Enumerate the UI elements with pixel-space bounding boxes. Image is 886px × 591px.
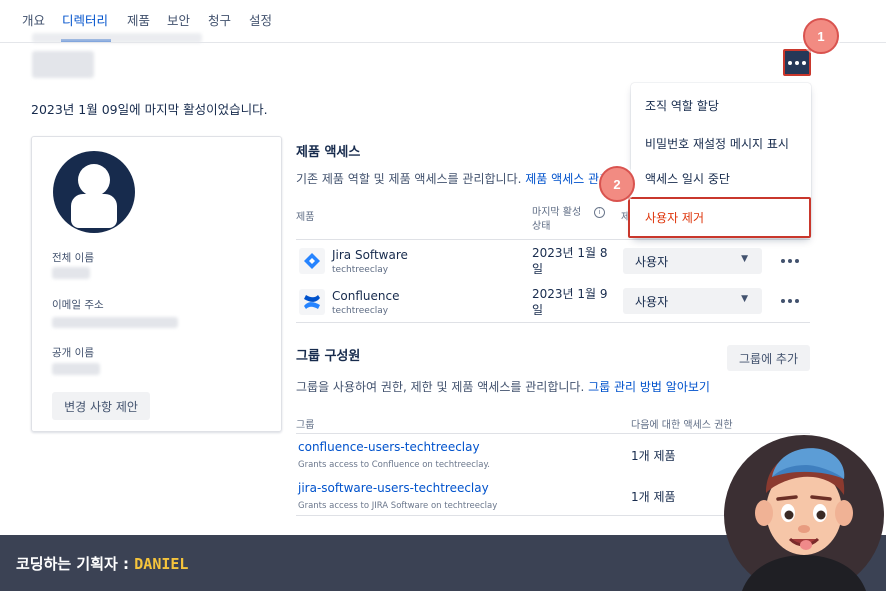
menu-item-remove-user[interactable]: 사용자 제거: [628, 197, 811, 238]
redacted-user-name: [32, 51, 94, 78]
col-group: 그룹: [296, 420, 315, 431]
chevron-down-icon: ▼: [741, 294, 748, 304]
mascot-avatar-image: [722, 433, 886, 591]
more-actions-menu: 조직 역할 할당 비밀번호 재설정 메시지 표시 액세스 일시 중단 사용자 제…: [628, 83, 811, 238]
callout-badge-1: 1: [803, 18, 839, 54]
tab-security[interactable]: 보안: [167, 10, 190, 29]
col-product: 제품: [296, 212, 315, 223]
redacted-full-name: [52, 267, 90, 279]
redacted-public-name: [52, 363, 100, 375]
menu-item-suspend-access[interactable]: 액세스 일시 중단: [645, 170, 730, 187]
redacted-breadcrumb: [32, 33, 202, 43]
public-name-label: 공개 이름: [52, 347, 94, 359]
group-product-count: 1개 제품: [631, 449, 676, 463]
product-access-title: 제품 액세스: [296, 145, 361, 160]
last-active-text: 2023년 1월 09일에 마지막 활성이었습니다.: [31, 102, 268, 117]
col-access: 다음에 대한 액세스 권한: [631, 420, 733, 431]
avatar: [53, 151, 135, 233]
banner-text: 코딩하는 기획자 : DANIEL: [16, 553, 188, 574]
dot-icon: [788, 299, 792, 303]
dot-icon: [795, 259, 799, 263]
group-membership-title: 그룹 구성원: [296, 349, 361, 364]
dot-icon: [788, 60, 792, 65]
banner-prefix: 코딩하는 기획자 :: [16, 555, 135, 573]
avatar-body-icon: [71, 194, 117, 228]
menu-item-show-password-reset[interactable]: 비밀번호 재설정 메시지 표시: [645, 135, 789, 152]
product-last-active: 2023년 1월 8일: [532, 246, 608, 276]
divider: [296, 322, 810, 323]
group-link[interactable]: jira-software-users-techtreeclay: [298, 481, 489, 495]
dot-icon: [781, 299, 785, 303]
dot-icon: [802, 60, 806, 65]
group-description: Grants access to JIRA Software on techtr…: [298, 501, 498, 511]
row-more-button[interactable]: [781, 299, 799, 303]
groups-learn-link[interactable]: 그룹 관리 방법 알아보기: [588, 380, 710, 394]
role-select[interactable]: 사용자 ▼: [623, 248, 762, 274]
group-description: Grants access to Confluence on techtreec…: [298, 460, 490, 470]
role-select[interactable]: 사용자 ▼: [623, 288, 762, 314]
redacted-email: [52, 317, 178, 328]
banner-name: DANIEL: [134, 555, 189, 573]
avatar-head-icon: [78, 164, 110, 196]
suggest-changes-button[interactable]: 변경 사항 제안: [52, 392, 150, 420]
tab-products[interactable]: 제품: [127, 10, 150, 29]
tab-billing[interactable]: 청구: [208, 10, 231, 29]
email-label: 이메일 주소: [52, 299, 104, 311]
jira-software-icon: [299, 248, 325, 274]
row-more-button[interactable]: [781, 259, 799, 263]
more-actions-button[interactable]: [783, 49, 811, 76]
chevron-down-icon: ▼: [741, 254, 748, 264]
dot-icon: [795, 299, 799, 303]
dot-icon: [781, 259, 785, 263]
remove-user-label: 사용자 제거: [645, 211, 705, 225]
role-select-value: 사용자: [635, 294, 669, 309]
profile-card: 전체 이름 이메일 주소 공개 이름 변경 사항 제안: [31, 136, 282, 432]
confluence-icon: [299, 289, 325, 315]
product-site: techtreeclay: [332, 265, 389, 275]
info-icon[interactable]: i: [594, 207, 605, 218]
product-name: Jira Software: [332, 248, 408, 262]
menu-item-assign-org-role[interactable]: 조직 역할 할당: [645, 97, 719, 114]
groups-description: 그룹을 사용하여 권한, 제한 및 제품 액세스를 관리합니다. 그룹 관리 방…: [296, 378, 710, 395]
group-product-count: 1개 제품: [631, 490, 676, 504]
tab-settings[interactable]: 설정: [249, 10, 272, 29]
product-name: Confluence: [332, 289, 400, 303]
full-name-label: 전체 이름: [52, 252, 94, 264]
add-to-group-button[interactable]: 그룹에 추가: [727, 345, 810, 371]
product-access-description-text: 기존 제품 역할 및 제품 액세스를 관리합니다.: [296, 172, 522, 186]
dot-icon: [788, 259, 792, 263]
col-last-active: 마지막 활성 상태: [532, 207, 582, 232]
tab-directory[interactable]: 디렉터리: [62, 10, 108, 29]
product-site: techtreeclay: [332, 306, 389, 316]
dot-icon: [795, 60, 799, 65]
divider: [296, 239, 810, 240]
role-select-value: 사용자: [635, 254, 669, 269]
product-access-description: 기존 제품 역할 및 제품 액세스를 관리합니다. 제품 액세스 관리 방: [296, 170, 625, 187]
group-link[interactable]: confluence-users-techtreeclay: [298, 440, 480, 454]
groups-description-text: 그룹을 사용하여 권한, 제한 및 제품 액세스를 관리합니다.: [296, 380, 585, 394]
divider: [296, 515, 726, 516]
tab-overview[interactable]: 개요: [22, 10, 45, 29]
product-last-active: 2023년 1월 9일: [532, 287, 608, 317]
callout-badge-2: 2: [599, 166, 635, 202]
